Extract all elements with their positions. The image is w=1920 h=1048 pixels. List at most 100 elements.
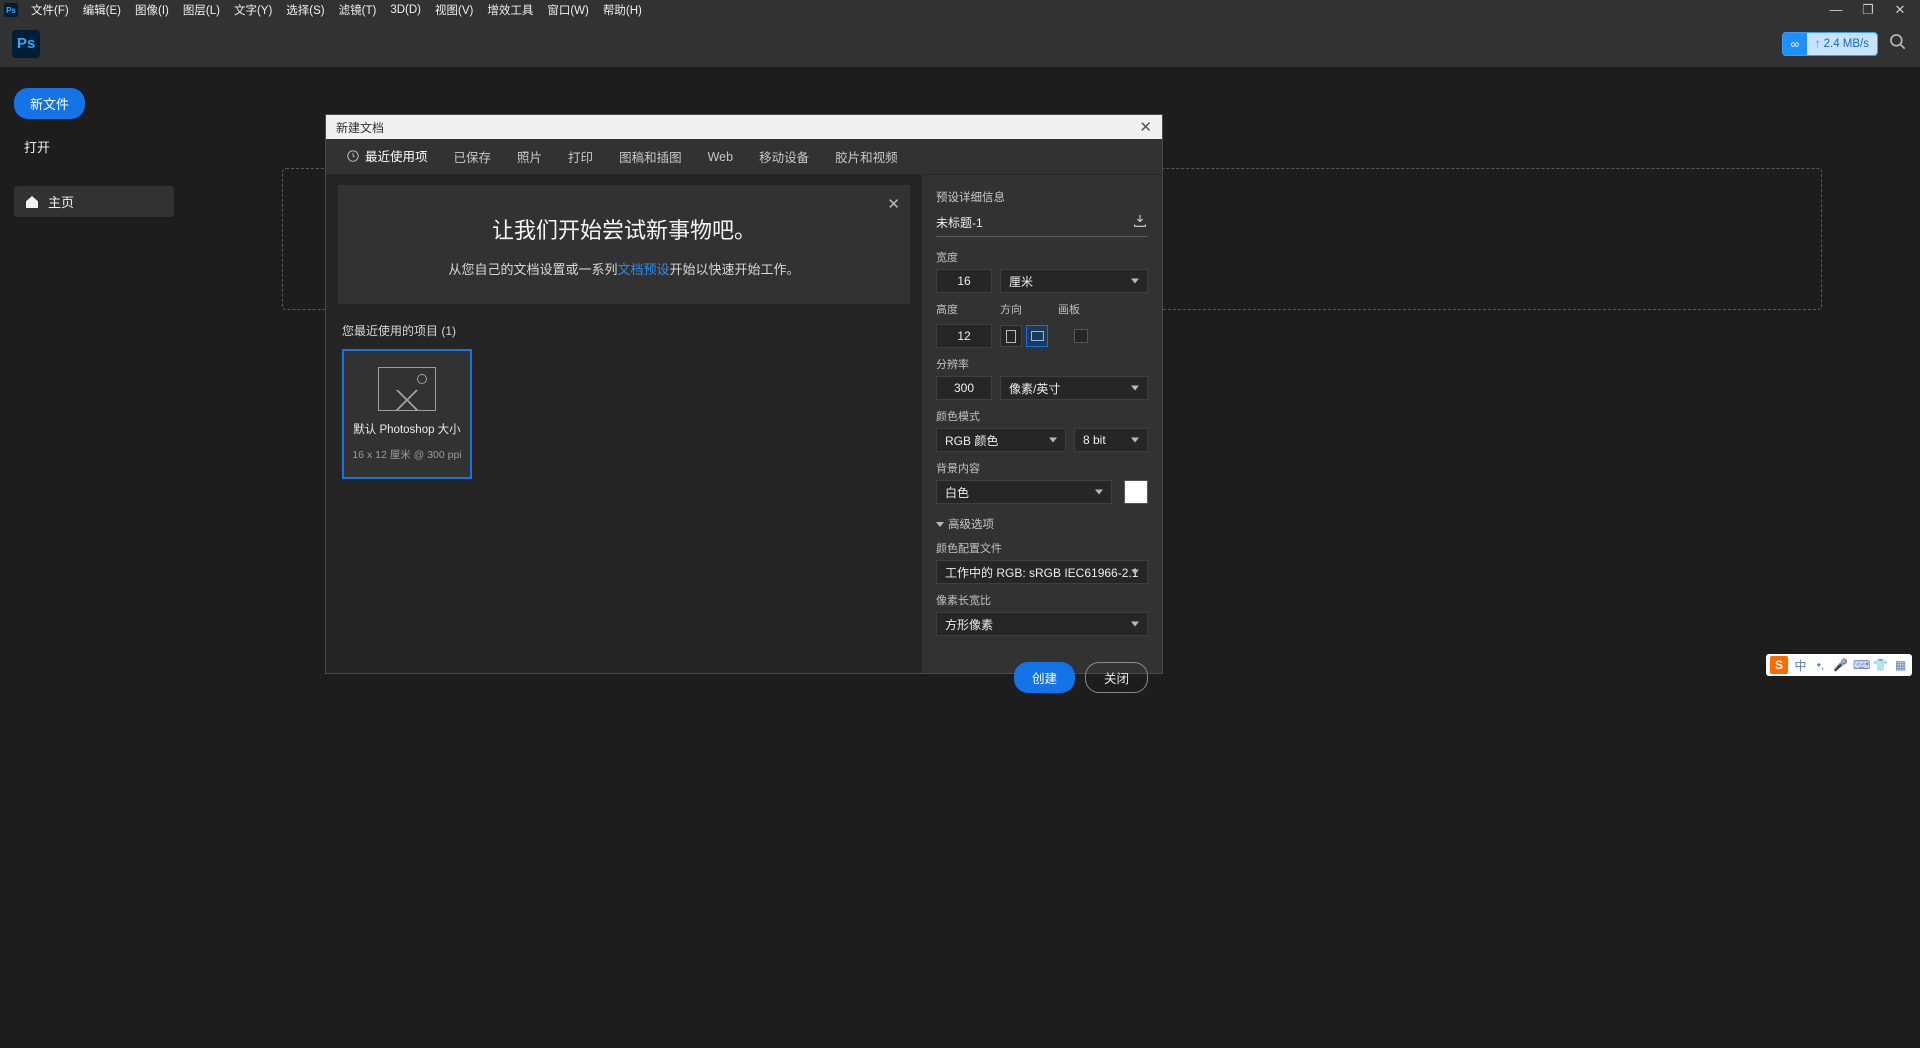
tab-label: 最近使用项 <box>365 146 428 165</box>
color-profile-label: 颜色配置文件 <box>936 540 1148 556</box>
hero-banner: ✕ 让我们开始尝试新事物吧。 从您自己的文档设置或一系列文档预设开始以快速开始工… <box>338 185 910 304</box>
ime-toolbar[interactable]: S 中 •, 🎤 ⌨ 👕 ▦ <box>1766 654 1912 676</box>
advanced-toggle[interactable]: 高级选项 <box>936 516 1148 532</box>
tab-label: Web <box>708 150 733 164</box>
menu-image[interactable]: 图像(I) <box>128 2 176 18</box>
height-label: 高度 <box>936 301 992 317</box>
ime-voice-icon[interactable]: 🎤 <box>1833 658 1848 672</box>
orientation-landscape-button[interactable] <box>1026 325 1048 347</box>
hero-link[interactable]: 文档预设 <box>617 262 669 277</box>
hero-text: 从您自己的文档设置或一系列文档预设开始以快速开始工作。 <box>378 259 870 278</box>
dialog-left-panel: ✕ 让我们开始尝试新事物吧。 从您自己的文档设置或一系列文档预设开始以快速开始工… <box>326 175 922 673</box>
cloud-icon: ∞ <box>1783 33 1807 55</box>
image-placeholder-icon <box>378 367 436 411</box>
ime-skin-icon[interactable]: 👕 <box>1873 658 1888 672</box>
tab-film[interactable]: 胶片和视频 <box>833 137 900 176</box>
tab-photo[interactable]: 照片 <box>515 137 544 176</box>
new-file-button[interactable]: 新文件 <box>14 88 85 119</box>
ime-mode[interactable]: 中 <box>1793 657 1808 674</box>
width-input[interactable]: 16 <box>936 269 992 293</box>
home-icon <box>24 194 40 210</box>
document-name-input[interactable]: 未标题-1 <box>936 214 1132 231</box>
sidebar-item-home[interactable]: 主页 <box>14 186 174 217</box>
unit-dropdown[interactable]: 厘米 <box>1000 269 1148 293</box>
sidebar-item-label: 主页 <box>48 192 74 211</box>
menu-select[interactable]: 选择(S) <box>279 2 331 18</box>
menu-plugins[interactable]: 增效工具 <box>480 2 540 18</box>
artboard-label: 画板 <box>1058 301 1080 317</box>
color-depth-dropdown[interactable]: 8 bit <box>1074 428 1148 452</box>
ime-logo-icon: S <box>1770 656 1788 674</box>
window-minimize-icon[interactable]: — <box>1828 2 1844 18</box>
menu-view[interactable]: 视图(V) <box>428 2 480 18</box>
height-input[interactable]: 12 <box>936 324 992 348</box>
width-label: 宽度 <box>936 249 1148 265</box>
tab-art[interactable]: 图稿和插图 <box>617 137 684 176</box>
tab-recent[interactable]: 最近使用项 <box>344 136 430 177</box>
app-header: Ps ∞ ↑2.4 MB/s <box>0 20 1920 68</box>
dialog-close-icon[interactable]: ✕ <box>1139 118 1152 136</box>
window-restore-icon[interactable]: ❐ <box>1860 2 1876 18</box>
menu-window[interactable]: 窗口(W) <box>540 2 596 18</box>
open-button[interactable]: 打开 <box>14 131 206 162</box>
main-area: 新文件 打开 主页 新建文档 ✕ 最近使用项 已保存 照片 打印 图稿和插图 W… <box>0 68 1920 812</box>
tab-web[interactable]: Web <box>706 140 735 174</box>
tab-label: 打印 <box>568 147 593 166</box>
search-icon[interactable] <box>1888 32 1908 55</box>
menu-bar: Ps 文件(F) 编辑(E) 图像(I) 图层(L) 文字(Y) 选择(S) 滤… <box>0 0 1920 20</box>
window-close-icon[interactable]: ✕ <box>1892 2 1908 18</box>
new-document-dialog: 新建文档 ✕ 最近使用项 已保存 照片 打印 图稿和插图 Web 移动设备 胶片… <box>325 114 1163 674</box>
dialog-titlebar[interactable]: 新建文档 ✕ <box>326 115 1162 139</box>
menu-filter[interactable]: 滤镜(T) <box>332 2 384 18</box>
background-label: 背景内容 <box>936 460 1148 476</box>
background-swatch[interactable] <box>1124 480 1148 504</box>
create-button[interactable]: 创建 <box>1014 662 1075 693</box>
orientation-label: 方向 <box>1000 301 1050 317</box>
preset-title: 默认 Photoshop 大小 <box>353 421 460 437</box>
resolution-input[interactable]: 300 <box>936 376 992 400</box>
menu-file[interactable]: 文件(F) <box>24 2 76 18</box>
cloud-speed: 2.4 MB/s <box>1824 38 1869 50</box>
tab-mobile[interactable]: 移动设备 <box>757 137 811 176</box>
app-mini-icon: Ps <box>4 3 18 17</box>
clock-icon <box>346 149 360 163</box>
ime-punct-icon[interactable]: •, <box>1813 658 1828 672</box>
ime-keyboard-icon[interactable]: ⌨ <box>1853 658 1868 672</box>
tab-label: 图稿和插图 <box>619 147 682 166</box>
orientation-portrait-button[interactable] <box>1000 325 1022 347</box>
preset-list: 默认 Photoshop 大小 16 x 12 厘米 @ 300 ppi <box>338 349 910 479</box>
dialog-tabs: 最近使用项 已保存 照片 打印 图稿和插图 Web 移动设备 胶片和视频 <box>326 139 1162 175</box>
hero-close-icon[interactable]: ✕ <box>887 195 900 213</box>
menu-layer[interactable]: 图层(L) <box>176 2 227 18</box>
tab-print[interactable]: 打印 <box>566 137 595 176</box>
menu-edit[interactable]: 编辑(E) <box>76 2 128 18</box>
landscape-icon <box>1031 331 1044 341</box>
tab-saved[interactable]: 已保存 <box>452 137 494 176</box>
resolution-unit-dropdown[interactable]: 像素/英寸 <box>1000 376 1148 400</box>
menu-help[interactable]: 帮助(H) <box>596 2 649 18</box>
artboard-checkbox[interactable] <box>1074 329 1088 343</box>
cloud-sync-badge[interactable]: ∞ ↑2.4 MB/s <box>1782 32 1878 56</box>
save-preset-icon[interactable] <box>1132 213 1148 232</box>
ime-toolbox-icon[interactable]: ▦ <box>1893 658 1908 672</box>
pixel-aspect-dropdown[interactable]: 方形像素 <box>936 612 1148 636</box>
preset-details-label: 预设详细信息 <box>936 189 1148 205</box>
menu-type[interactable]: 文字(Y) <box>227 2 279 18</box>
pixel-aspect-label: 像素长宽比 <box>936 592 1148 608</box>
color-mode-dropdown[interactable]: RGB 颜色 <box>936 428 1066 452</box>
dialog-title: 新建文档 <box>336 119 384 136</box>
ps-logo-icon: Ps <box>12 30 40 58</box>
hero-title: 让我们开始尝试新事物吧。 <box>378 213 870 245</box>
close-button[interactable]: 关闭 <box>1085 662 1148 693</box>
preset-subtitle: 16 x 12 厘米 @ 300 ppi <box>352 447 461 462</box>
upload-arrow-icon: ↑ <box>1815 38 1821 50</box>
menu-3d[interactable]: 3D(D) <box>383 4 428 16</box>
preset-card-default[interactable]: 默认 Photoshop 大小 16 x 12 厘米 @ 300 ppi <box>342 349 472 479</box>
color-mode-label: 颜色模式 <box>936 408 1148 424</box>
recent-label: 您最近使用的项目 (1) <box>342 322 910 339</box>
tab-label: 照片 <box>517 147 542 166</box>
background-dropdown[interactable]: 白色 <box>936 480 1112 504</box>
color-profile-dropdown[interactable]: 工作中的 RGB: sRGB IEC61966-2.1 <box>936 560 1148 584</box>
tab-label: 胶片和视频 <box>835 147 898 166</box>
dialog-right-panel: 预设详细信息 未标题-1 宽度 16 厘米 高度 方向 画板 12 <box>922 175 1162 673</box>
